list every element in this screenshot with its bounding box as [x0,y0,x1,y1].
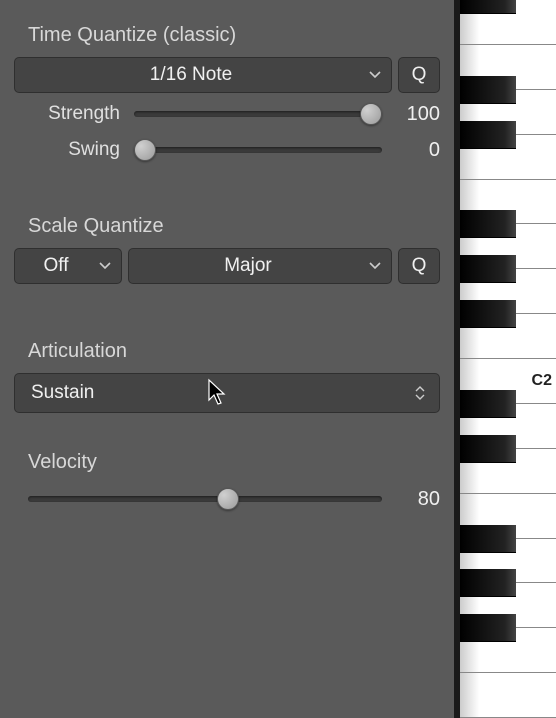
swing-row: Swing 0 [14,135,440,165]
black-key[interactable] [460,76,516,104]
strength-label: Strength [14,103,124,125]
white-key[interactable] [460,673,556,718]
time-quantize-note-label: 1/16 Note [15,64,367,86]
slider-track [134,111,382,117]
black-key[interactable] [460,255,516,283]
strength-value[interactable]: 100 [392,103,440,126]
slider-track [28,496,382,502]
black-key[interactable] [460,435,516,463]
scale-mode-label: Off [15,255,97,277]
scale-quantize-apply-button[interactable]: Q [398,248,440,284]
q-label: Q [412,64,427,86]
slider-track [134,147,382,153]
slider-knob[interactable] [134,139,156,161]
chevron-down-icon [367,71,383,79]
inspector-panel: Time Quantize (classic) 1/16 Note Q Stre… [0,0,454,718]
articulation-value: Sustain [31,382,94,404]
slider-knob[interactable] [217,488,239,510]
black-key[interactable] [460,0,516,14]
time-quantize-apply-button[interactable]: Q [398,57,440,93]
chevron-down-icon [97,262,113,270]
time-quantize-note-select[interactable]: 1/16 Note [14,57,392,93]
swing-value[interactable]: 0 [392,139,440,162]
articulation-title: Articulation [14,340,440,363]
updown-stepper-icon [411,386,429,400]
black-key[interactable] [460,525,516,553]
articulation-select[interactable]: Sustain [14,373,440,413]
velocity-section: Velocity 80 [14,451,440,514]
time-quantize-title: Time Quantize (classic) [14,24,440,47]
black-key[interactable] [460,390,516,418]
black-key[interactable] [460,210,516,238]
swing-slider[interactable] [134,139,382,161]
velocity-title: Velocity [14,451,440,474]
articulation-section: Articulation Sustain [14,340,440,413]
white-keys-container: C2 [460,0,556,718]
scale-quantize-mode-select[interactable]: Off [14,248,122,284]
q-label: Q [412,255,427,277]
swing-label: Swing [14,139,124,161]
black-key[interactable] [460,121,516,149]
scale-quantize-section: Scale Quantize Off Major Q [14,215,440,290]
key-label-c2: C2 [532,372,552,390]
strength-slider[interactable] [134,103,382,125]
chevron-down-icon [367,262,383,270]
strength-row: Strength 100 [14,99,440,129]
black-key[interactable] [460,614,516,642]
piano-keyboard[interactable]: C2 [454,0,556,718]
scale-quantize-title: Scale Quantize [14,215,440,238]
velocity-row: 80 [14,484,440,514]
scale-type-label: Major [129,255,367,277]
time-quantize-section: Time Quantize (classic) 1/16 Note Q Stre… [14,24,440,165]
velocity-slider[interactable] [28,488,382,510]
velocity-value[interactable]: 80 [392,488,440,511]
slider-knob[interactable] [360,103,382,125]
black-key[interactable] [460,569,516,597]
scale-quantize-scale-select[interactable]: Major [128,248,392,284]
black-key[interactable] [460,300,516,328]
